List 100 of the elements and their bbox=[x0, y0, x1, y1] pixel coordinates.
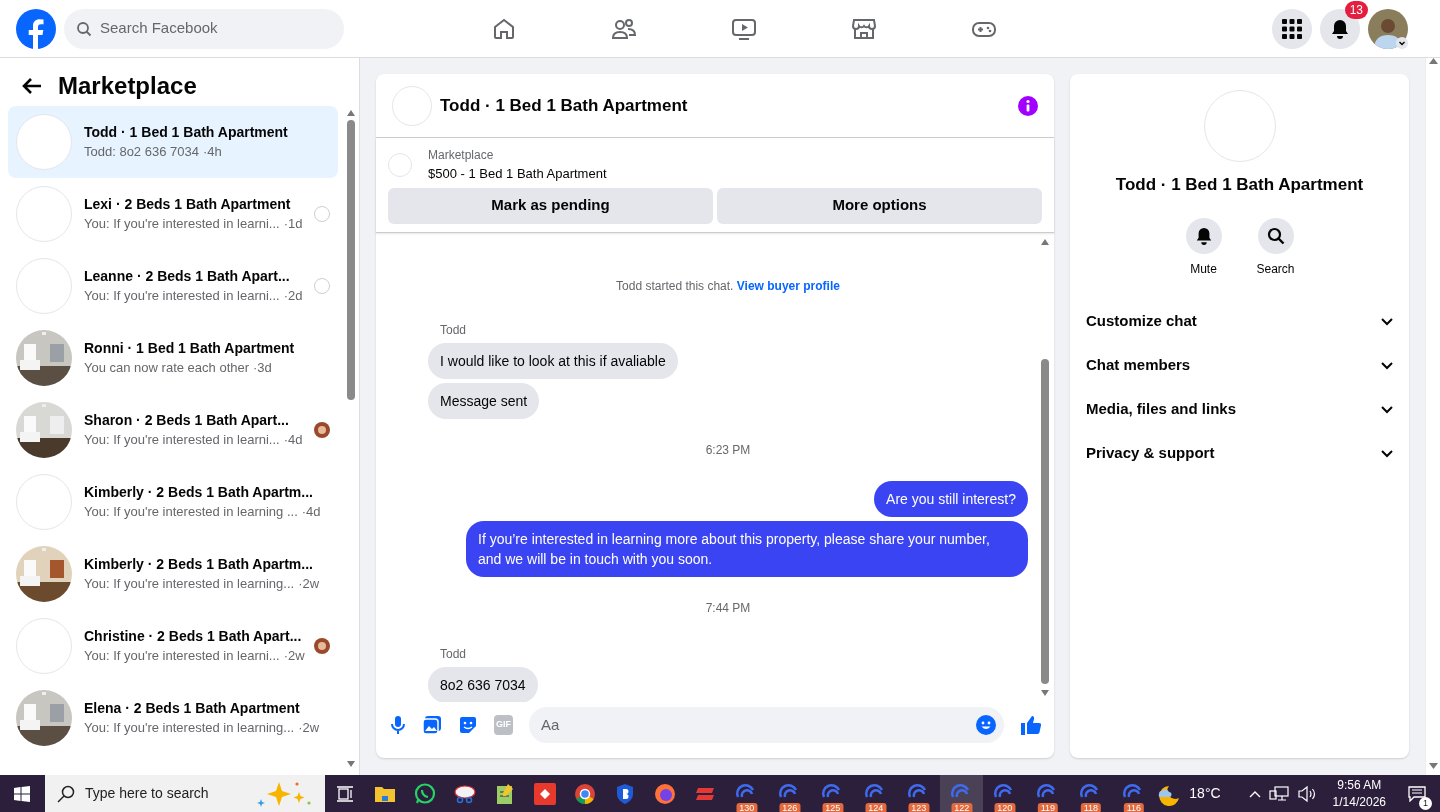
conversation-title: Christine · 2 Beds 1 Bath Apart... bbox=[84, 627, 302, 647]
sticker-icon[interactable] bbox=[458, 715, 478, 735]
mute-button[interactable] bbox=[1185, 217, 1222, 254]
action-label: Mute bbox=[1190, 260, 1217, 278]
scroll-up-icon[interactable] bbox=[347, 110, 355, 116]
task-view-icon bbox=[336, 785, 355, 802]
timestamp: 7:44 PM bbox=[705, 600, 751, 615]
conversation-item[interactable]: Leanne · 2 Beds 1 Bath Apart... You: If you're interested in learni... ·2d bbox=[8, 250, 338, 322]
avatar bbox=[392, 85, 432, 126]
action-button[interactable]: More options bbox=[717, 187, 1042, 224]
message-field[interactable]: Aa bbox=[529, 707, 1004, 743]
app-icon bbox=[694, 785, 717, 802]
app-badge: 116 bbox=[1123, 803, 1144, 812]
message-bubble: If you’re interested in learning more about this property, please share your number, and we will be in touch with you soon. bbox=[466, 520, 1028, 577]
thumbs-up-icon[interactable] bbox=[1020, 714, 1042, 736]
conversation-item[interactable]: Kimberly · 2 Beds 1 Bath Apartm... You: If you're interested in learning... ·2w bbox=[8, 538, 338, 610]
message-time: ·3d bbox=[253, 359, 272, 378]
image-icon[interactable] bbox=[422, 715, 442, 735]
chat-bubble-icon bbox=[414, 782, 437, 805]
message-time: ·4h bbox=[202, 143, 222, 162]
scroll-down-icon[interactable] bbox=[1428, 763, 1438, 769]
scroll-down-icon[interactable] bbox=[1041, 690, 1049, 696]
scroll-down-icon[interactable] bbox=[347, 761, 355, 767]
home-icon[interactable] bbox=[492, 16, 516, 41]
listing-title[interactable]: $500 - 1 Bed 1 Bath Apartment bbox=[428, 164, 607, 184]
section-toggle[interactable]: Chat members bbox=[1070, 343, 1409, 388]
video-icon[interactable] bbox=[731, 16, 757, 41]
section-toggle[interactable]: Privacy & support bbox=[1070, 431, 1409, 476]
app-badge: 124 bbox=[865, 803, 887, 812]
notepad-icon bbox=[495, 782, 516, 805]
action-button[interactable]: Mark as pending bbox=[388, 187, 713, 224]
message-preview: You: If you're interested in learni... bbox=[84, 431, 280, 450]
sender-name: Todd bbox=[440, 322, 467, 337]
scrollbar-thumb[interactable] bbox=[1041, 359, 1049, 684]
section-toggle[interactable]: Customize chat bbox=[1070, 299, 1409, 344]
conversation-item[interactable]: Kimberly · 2 Beds 1 Bath Apartm... You: If you're interested in learning ... ·4d bbox=[8, 466, 338, 538]
search-field[interactable]: Search Facebook bbox=[64, 8, 344, 49]
message-preview: You: If you're interested in learning... bbox=[84, 719, 295, 738]
taskbar-search-field[interactable]: Type here to search bbox=[44, 775, 326, 812]
bell-icon bbox=[1330, 18, 1350, 39]
grid-icon bbox=[1282, 18, 1302, 39]
conversation-title: Kimberly · 2 Beds 1 Bath Apartm... bbox=[84, 483, 314, 503]
message-preview: You: If you're interested in learni... bbox=[84, 287, 280, 306]
people-icon[interactable] bbox=[611, 16, 637, 41]
buyer-profile-link[interactable]: View buyer profile bbox=[736, 278, 840, 293]
temperature: 18°C bbox=[1189, 784, 1221, 803]
message-time: ·2w bbox=[298, 719, 320, 738]
facebook-logo[interactable] bbox=[16, 8, 56, 49]
section-toggle[interactable]: Media, files and links bbox=[1070, 387, 1409, 432]
profile-avatar[interactable] bbox=[1368, 8, 1408, 49]
network-icon[interactable] bbox=[1268, 784, 1289, 803]
message-preview: You: If you're interested in learning ... bbox=[84, 503, 298, 522]
volume-icon[interactable] bbox=[1296, 784, 1317, 803]
search-icon bbox=[76, 20, 92, 37]
message-time: ·2d bbox=[283, 287, 303, 306]
listing-thumbnail bbox=[388, 152, 412, 177]
clock-date[interactable]: 1/14/2026 bbox=[1332, 793, 1386, 811]
scroll-up-icon[interactable] bbox=[1041, 238, 1049, 245]
browser-icon bbox=[574, 782, 597, 805]
remote-app-icon bbox=[534, 782, 557, 805]
conversation-item[interactable]: Christine · 2 Beds 1 Bath Apart... You: If you're interested in learni... ·2w bbox=[8, 610, 338, 682]
conversation-title: Sharon · 2 Beds 1 Bath Apart... bbox=[84, 411, 290, 431]
info-icon[interactable] bbox=[1018, 95, 1038, 116]
chevron-down-icon bbox=[1381, 405, 1393, 414]
conversation-title: Kimberly · 2 Beds 1 Bath Apartm... bbox=[84, 555, 314, 575]
search-button[interactable] bbox=[1257, 217, 1294, 254]
clock-time[interactable]: 9:56 AM bbox=[1337, 776, 1382, 794]
conversation-item[interactable]: Sharon · 2 Beds 1 Bath Apart... You: If you're interested in learni... ·4d bbox=[8, 394, 338, 466]
sender-name: Todd bbox=[440, 646, 467, 661]
seen-avatar-icon bbox=[314, 638, 330, 654]
store-icon[interactable] bbox=[851, 16, 877, 41]
message-preview: You: If you're interested in learni... bbox=[84, 647, 280, 666]
message-preview: You can now rate each other bbox=[84, 359, 250, 378]
emoji-icon[interactable] bbox=[976, 715, 996, 735]
conversation-title: Todd · 1 Bed 1 Bath Apartment bbox=[84, 123, 289, 143]
message-time: ·1d bbox=[283, 215, 303, 234]
action-center-button[interactable]: 1 bbox=[1402, 775, 1432, 812]
conversation-title: Lexi · 2 Beds 1 Bath Apartment bbox=[84, 195, 292, 215]
chevron-up-icon[interactable] bbox=[1248, 789, 1261, 798]
message-icon bbox=[1408, 785, 1426, 802]
back-arrow-icon[interactable] bbox=[22, 77, 42, 95]
conversation-item[interactable]: Lexi · 2 Beds 1 Bath Apartment You: If you're interested in learni... ·1d bbox=[8, 178, 338, 250]
message-time: ·4d bbox=[301, 503, 321, 522]
message-time: ·2w bbox=[283, 647, 305, 666]
seen-avatar-icon bbox=[314, 422, 330, 438]
app-badge: 130 bbox=[736, 803, 758, 812]
scrollbar-thumb[interactable] bbox=[347, 120, 355, 400]
microphone-icon[interactable] bbox=[390, 715, 406, 735]
conversation-item[interactable]: Elena · 2 Beds 1 Bath Apartment You: If you're interested in learning... ·2w bbox=[8, 682, 338, 754]
message-preview: You: If you're interested in learni... bbox=[84, 215, 280, 234]
notification-count: 1 bbox=[1419, 797, 1432, 810]
conversation-item[interactable]: Ronni · 1 Bed 1 Bath Apartment You can now rate each other ·3d bbox=[8, 322, 338, 394]
scissors-icon bbox=[453, 783, 478, 804]
message-preview: You: If you're interested in learning... bbox=[84, 575, 295, 594]
app-badge: 126 bbox=[779, 803, 801, 812]
notification-count: 13 bbox=[1344, 0, 1368, 19]
conversation-item[interactable]: Todd · 1 Bed 1 Bath Apartment Todd: 8o2 636 7034 ·4h bbox=[8, 106, 338, 178]
conversation-title: Elena · 2 Beds 1 Bath Apartment bbox=[84, 699, 301, 719]
menu-button[interactable] bbox=[1272, 8, 1312, 49]
app-badge: 122 bbox=[951, 803, 973, 812]
